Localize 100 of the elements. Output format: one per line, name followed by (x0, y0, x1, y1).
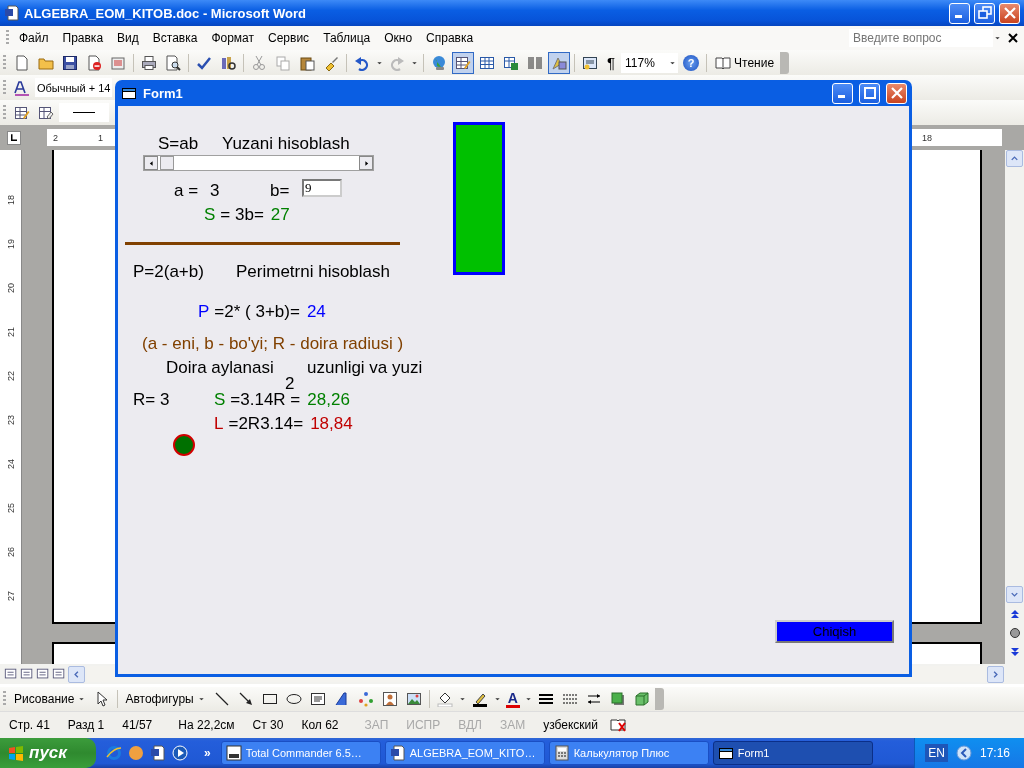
formula-text: = 3b= (220, 205, 264, 225)
variable-label: L (214, 414, 224, 434)
start-button[interactable]: пуск (0, 738, 96, 768)
toolbar-grip[interactable] (3, 104, 6, 121)
browser-icon[interactable] (106, 745, 122, 761)
input-field[interactable]: 9 (302, 179, 342, 197)
status-text: ЗАП (363, 718, 390, 732)
menu-item[interactable]: Вставка (145, 29, 205, 47)
chevron-left-icon[interactable] (955, 745, 972, 761)
drawing-shapes-icon[interactable] (548, 51, 570, 74)
status-text: Ст 30 (251, 718, 285, 732)
view-icon[interactable] (52, 667, 66, 681)
label-text: P=2(a+b) (133, 262, 204, 282)
formula-text: =2R3.14= (228, 414, 304, 434)
taskbar-button[interactable]: Form1 (712, 741, 873, 765)
menu-item[interactable]: Файл (12, 29, 56, 47)
variable-label: S (204, 205, 216, 225)
calculator-icon (553, 745, 570, 761)
status-text: Стр. 41 (8, 718, 51, 732)
ruler-number: 2 (53, 132, 58, 143)
toolbar-grip[interactable] (3, 54, 6, 71)
status-text: ИСПР (405, 718, 442, 732)
menu-item[interactable]: Правка (55, 29, 111, 47)
status-text: 41/57 (121, 718, 154, 732)
language-indicator[interactable]: EN (925, 744, 948, 762)
heading-text: Doira aylanasi (166, 358, 274, 378)
open-book-icon[interactable] (715, 54, 732, 71)
note-text: (a - eni, b - bo'yi; R - doira radiusi ) (142, 334, 404, 354)
zoom-value: 117% (625, 55, 655, 70)
value-text: 3 (210, 181, 220, 201)
toolbar-grip[interactable] (3, 691, 6, 707)
variable-label: P (198, 302, 210, 322)
font-color-button[interactable]: A (505, 690, 520, 708)
menu-item[interactable]: Окно (377, 29, 420, 47)
result-value: 27 (270, 205, 290, 225)
window-title: Form1 (143, 85, 184, 101)
menu-item[interactable]: Вид (110, 29, 146, 47)
menu-item[interactable]: Формат (204, 29, 262, 47)
heading-text: Yuzani hisoblash (222, 134, 350, 154)
heading-text: uzunligi va yuzi (307, 358, 423, 378)
ruler-number: 23 (5, 414, 16, 425)
line-style-field[interactable] (59, 103, 109, 122)
autoshapes-menu[interactable]: Автофигуры (125, 692, 194, 706)
scroll-thumb[interactable] (160, 156, 174, 170)
status-text: Кол 62 (300, 718, 340, 732)
ruler-number: 22 (5, 370, 16, 381)
menu-item[interactable]: Сервис (261, 29, 317, 47)
result-value: 28,26 (307, 390, 350, 410)
view-icon[interactable] (36, 667, 50, 681)
style-field[interactable]: Обычный + 14 (35, 78, 113, 97)
result-value: 24 (306, 302, 326, 322)
label-text: b= (270, 181, 290, 201)
zoom-field[interactable]: 117% (621, 52, 679, 73)
media-player-icon[interactable] (172, 745, 188, 761)
pilcrow-button[interactable]: ¶ (603, 54, 620, 71)
formula-text: =2* ( 3+b)= (214, 302, 300, 322)
toolbar-grip[interactable] (3, 79, 6, 96)
clock-text: 17:16 (979, 746, 1010, 760)
status-text: ВДЛ (457, 718, 483, 732)
taskbar-button[interactable]: ALGEBRA_EOM_KITO… (384, 741, 545, 765)
taskbar-button[interactable]: Total Commander 6.5… (220, 741, 381, 765)
menu-item[interactable]: Справка (419, 29, 481, 47)
ruler-number: 24 (5, 458, 16, 469)
taskbar-button[interactable]: Калькулятор Плюс (548, 741, 709, 765)
status-text: На 22,2см (177, 718, 236, 732)
tab-stop-icon[interactable] (7, 130, 21, 145)
word-document-icon (389, 745, 406, 761)
status-text: ЗАМ (498, 718, 527, 732)
avatar-icon[interactable] (128, 745, 144, 761)
window-title: ALGEBRA_EOM_KITOB.doc - Microsoft Word (24, 5, 307, 21)
table-pencil-icon[interactable] (452, 51, 474, 74)
word-document-icon (4, 5, 20, 21)
ruler-number: 25 (5, 502, 16, 513)
ruler-number: 27 (5, 590, 16, 601)
horizontal-scrollbar[interactable] (143, 155, 374, 171)
toolbar-grip[interactable] (6, 30, 9, 46)
ruler-number: 18 (922, 132, 932, 143)
question-field[interactable]: Введите вопрос (849, 29, 993, 47)
word-document-icon[interactable] (150, 745, 166, 761)
view-icon[interactable] (4, 667, 18, 681)
windows-logo-icon[interactable] (8, 745, 24, 761)
status-text: узбекский (542, 718, 599, 732)
more-button[interactable]: » (198, 746, 217, 760)
view-icon[interactable] (20, 667, 34, 681)
reading-button[interactable]: Чтение (734, 55, 775, 70)
variable-label: S (214, 390, 226, 410)
status-text: Разд 1 (66, 718, 106, 732)
label-text: R= 3 (133, 390, 170, 410)
circle-shape (173, 434, 195, 456)
application-icon (225, 745, 242, 761)
label-text: S=ab (158, 134, 199, 154)
ruler-number: 20 (5, 282, 16, 293)
heading-text: Perimetrni hisoblash (236, 262, 390, 282)
ruler-number: 19 (5, 238, 16, 249)
label-text: a = (174, 181, 199, 201)
ruler-number: 26 (5, 546, 16, 557)
ruler-number: 21 (5, 326, 16, 337)
ruler-number: 18 (5, 194, 16, 205)
drawing-menu[interactable]: Рисование (14, 692, 75, 706)
menu-item[interactable]: Таблица (316, 29, 378, 47)
